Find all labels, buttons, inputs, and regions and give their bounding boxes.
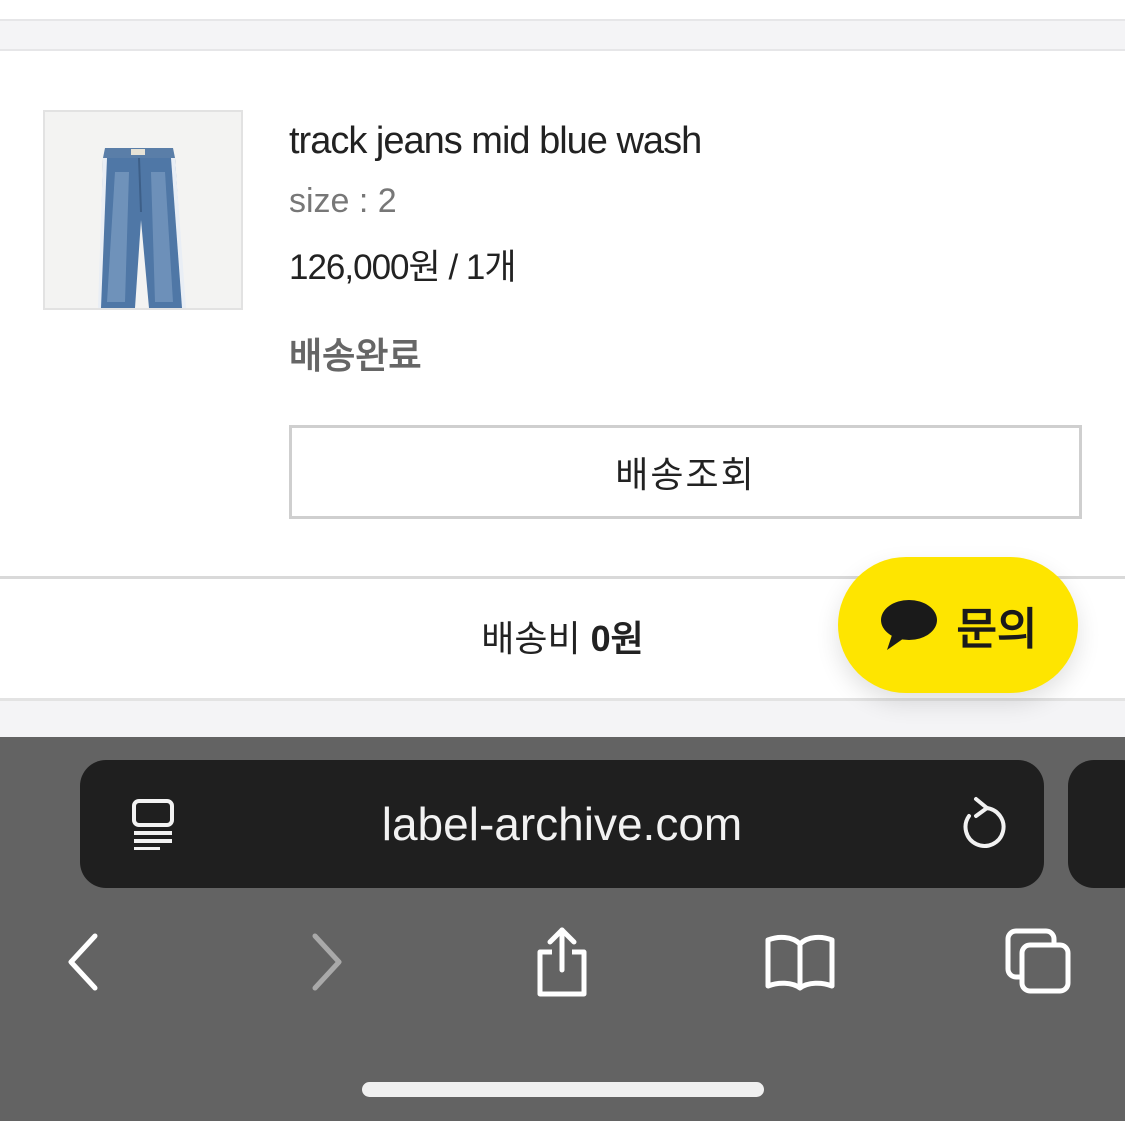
shipping-fee-label: 배송비: [481, 618, 581, 659]
home-indicator[interactable]: [362, 1082, 764, 1097]
forward-icon: [312, 933, 342, 991]
top-band: [0, 0, 1125, 52]
delivery-status: 배송완료: [289, 335, 422, 376]
order-item: track jeans mid blue wash size : 2 126,0…: [0, 52, 1125, 578]
bookmarks-button[interactable]: [755, 917, 845, 1007]
back-button[interactable]: [38, 917, 128, 1007]
reload-icon[interactable]: [956, 794, 1006, 855]
tabs-button[interactable]: [994, 917, 1084, 1007]
product-size: size : 2: [289, 182, 397, 220]
product-price: 126,000원 / 1개: [289, 248, 517, 287]
product-thumbnail[interactable]: [43, 110, 243, 310]
inquiry-label: 문의: [956, 605, 1038, 654]
forward-button[interactable]: [282, 917, 372, 1007]
track-delivery-button[interactable]: 배송조회: [289, 425, 1082, 519]
back-icon: [68, 933, 98, 991]
share-icon: [537, 927, 587, 997]
address-bar[interactable]: label-archive.com: [80, 760, 1044, 888]
url-text: label-archive.com: [381, 798, 743, 850]
inquiry-chat-button[interactable]: 문의: [838, 557, 1078, 693]
shipping-fee-value: 0원: [590, 618, 644, 659]
share-button[interactable]: [517, 917, 607, 1007]
bookmarks-icon: [765, 934, 835, 991]
product-name[interactable]: track jeans mid blue wash: [289, 120, 702, 163]
section-gap: [0, 701, 1125, 737]
browser-toolbar: label-archive.com: [0, 737, 1125, 1121]
section-gap: [0, 19, 1125, 51]
tabs-icon: [1005, 928, 1071, 994]
speech-bubble-icon: [880, 600, 937, 650]
next-tab-pill[interactable]: [1068, 760, 1125, 888]
jeans-image: [45, 112, 241, 308]
